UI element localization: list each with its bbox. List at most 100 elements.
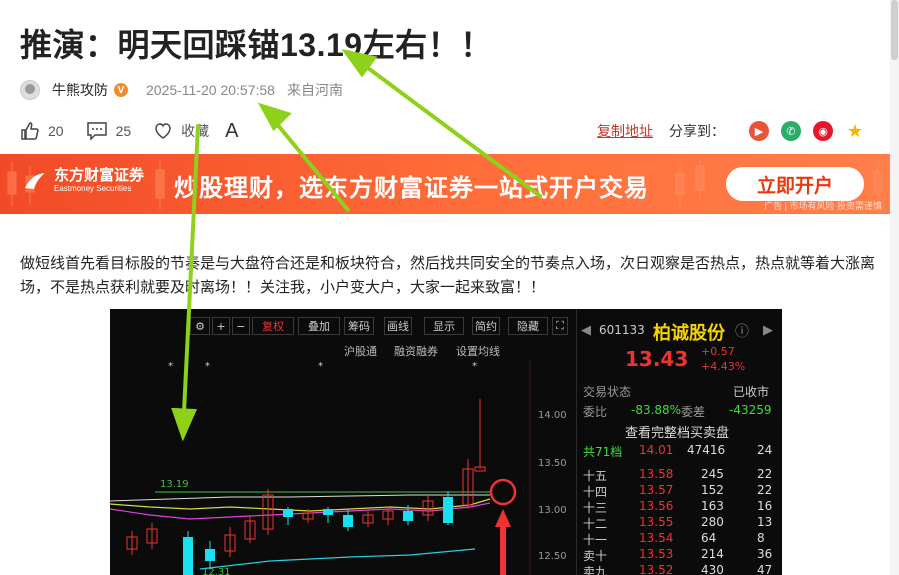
author-name[interactable]: 牛熊攻防 — [52, 80, 108, 100]
article-title: 推演：明天回踩锚13.19左右！！ — [20, 27, 493, 63]
share-wechat-icon[interactable]: ✆ — [781, 121, 801, 141]
chips-button[interactable]: 筹码 — [344, 317, 374, 335]
zoom-out-icon[interactable]: − — [232, 317, 250, 335]
display-button[interactable]: 显示 — [424, 317, 464, 335]
levels-count: 24 — [757, 443, 773, 457]
full-book-link[interactable]: 查看完整档买卖盘 — [625, 422, 729, 441]
share-label: 分享到： — [669, 123, 725, 139]
order-level-label: 十二 — [583, 517, 608, 531]
stock-price: 13.43 — [625, 347, 689, 371]
article-body: 做短线首先看目标股的节奏是与大盘符合还是和板块符合，然后找共同安全的节奏点入场，… — [20, 255, 876, 296]
ma-settings-label[interactable]: 设置均线 — [456, 343, 500, 359]
post-time: 2025-11-20 20:57:58 — [146, 82, 275, 98]
avatar[interactable] — [20, 80, 40, 100]
weibi-value: -83.88% — [631, 403, 682, 417]
eastmoney-logo-icon — [25, 173, 45, 189]
page-scrollbar[interactable] — [890, 0, 899, 575]
order-volume: 152 — [701, 483, 724, 497]
fuquan-button[interactable]: 复权 — [252, 317, 294, 335]
quote-panel: ◀ 601133 柏诚股份 ⓘ ▶ 13.43 +0.57 +4.43% 交易状… — [576, 309, 782, 575]
share-bar: 复制地址 分享到： ▶ ✆ ◉ ★ — [597, 120, 865, 142]
order-count: 16 — [757, 499, 773, 513]
draw-line-button[interactable]: 画线 — [384, 317, 412, 335]
levels-price: 14.01 — [639, 443, 674, 457]
margin-label[interactable]: 融资融券 — [394, 343, 438, 359]
order-price: 13.53 — [639, 547, 674, 561]
order-price: 13.57 — [639, 483, 674, 497]
next-stock-icon[interactable]: ▶ — [763, 323, 773, 338]
levels-label: 共71档 — [583, 445, 623, 459]
comment-button[interactable]: 25 — [86, 121, 131, 141]
open-account-button[interactable]: 立即开户 — [726, 167, 864, 201]
svg-text:*: * — [205, 361, 210, 372]
share-weibo-icon[interactable]: ◉ — [813, 121, 833, 141]
copy-link-button[interactable]: 复制地址 — [597, 121, 653, 141]
levels-vol: 47416 — [687, 443, 726, 457]
order-level-label: 十一 — [583, 533, 608, 547]
order-count: 13 — [757, 515, 773, 529]
chart-toolbar: ⚙ + − 复权 叠加 筹码 画线 显示 简约 隐藏 ⛶ — [110, 309, 570, 343]
tick-13: 13.00 — [538, 505, 567, 516]
order-level-label: 十三 — [583, 501, 608, 515]
stock-code: 601133 — [599, 323, 645, 337]
weibi-label: 委比 — [583, 405, 608, 419]
order-volume: 280 — [701, 515, 724, 529]
favorite-button[interactable]: 收藏 — [153, 121, 209, 141]
prev-stock-icon[interactable]: ◀ — [581, 323, 591, 338]
price-change-pct: +4.43% — [701, 360, 746, 373]
kline-chart: 13.19 14.00 13.50 13.00 12.50 12.31 * * * * — [110, 359, 567, 575]
order-volume: 214 — [701, 547, 724, 561]
order-level-label: 十五 — [583, 469, 608, 483]
like-button[interactable]: 20 — [20, 121, 64, 141]
tick-14: 14.00 — [538, 410, 567, 421]
status-label: 交易状态 — [583, 385, 632, 399]
stock-name: 柏诚股份 — [653, 323, 725, 344]
font-size-label: A — [225, 119, 239, 142]
font-size-button[interactable]: A — [225, 120, 238, 143]
order-count: 36 — [757, 547, 773, 561]
like-count: 20 — [48, 123, 64, 139]
stock-chart-screenshot: ⚙ + − 复权 叠加 筹码 画线 显示 简约 隐藏 ⛶ 沪股通 融资融券 设置… — [110, 309, 782, 575]
info-icon[interactable]: ⓘ — [735, 321, 749, 341]
svg-text:*: * — [472, 361, 477, 372]
order-price: 13.58 — [639, 467, 674, 481]
heart-icon — [155, 123, 171, 139]
ad-banner[interactable]: 东方财富证券 Eastmoney Securities 炒股理财，选东方财富证券… — [0, 154, 890, 214]
status-value: 已收市 — [733, 385, 770, 399]
thumbs-up-icon — [21, 122, 39, 140]
zoom-in-icon[interactable]: + — [212, 317, 230, 335]
action-bar: 20 25 收藏 A — [20, 120, 261, 142]
comment-icon — [86, 122, 107, 141]
overlay-button[interactable]: 叠加 — [298, 317, 340, 335]
order-volume: 64 — [701, 531, 717, 545]
weicha-label: 委差 — [681, 405, 706, 419]
order-level-label: 卖十 — [583, 549, 608, 563]
weicha-value: -43259 — [729, 403, 772, 417]
verified-badge-icon: V — [114, 83, 128, 97]
tick-13-5: 13.50 — [538, 458, 567, 469]
hide-button[interactable]: 隐藏 — [508, 317, 548, 335]
order-count: 22 — [757, 467, 773, 481]
order-price: 13.56 — [639, 499, 674, 513]
brand-name-en: Eastmoney Securities — [54, 184, 132, 193]
share-favorite-star-icon[interactable]: ★ — [845, 121, 865, 141]
share-eastmoney-icon[interactable]: ▶ — [749, 121, 769, 141]
scrollbar-thumb[interactable] — [891, 0, 898, 60]
simple-button[interactable]: 简约 — [472, 317, 500, 335]
eastmoney-logo: 东方财富证券 Eastmoney Securities — [22, 168, 144, 194]
order-price: 13.55 — [639, 515, 674, 529]
fullscreen-icon[interactable]: ⛶ — [552, 317, 568, 335]
order-count: 47 — [757, 563, 773, 575]
order-level-label: 十四 — [583, 485, 608, 499]
order-volume: 245 — [701, 467, 724, 481]
svg-text:*: * — [168, 361, 173, 372]
svg-text:*: * — [318, 361, 323, 372]
hk-connect-label[interactable]: 沪股通 — [344, 343, 377, 359]
chart-settings-icon[interactable]: ⚙ — [190, 317, 210, 335]
order-volume: 163 — [701, 499, 724, 513]
order-count: 22 — [757, 483, 773, 497]
order-price: 13.52 — [639, 563, 674, 575]
support-label: 13.19 — [160, 479, 189, 490]
order-count: 8 — [757, 531, 765, 545]
price-change: +0.57 — [701, 345, 735, 358]
